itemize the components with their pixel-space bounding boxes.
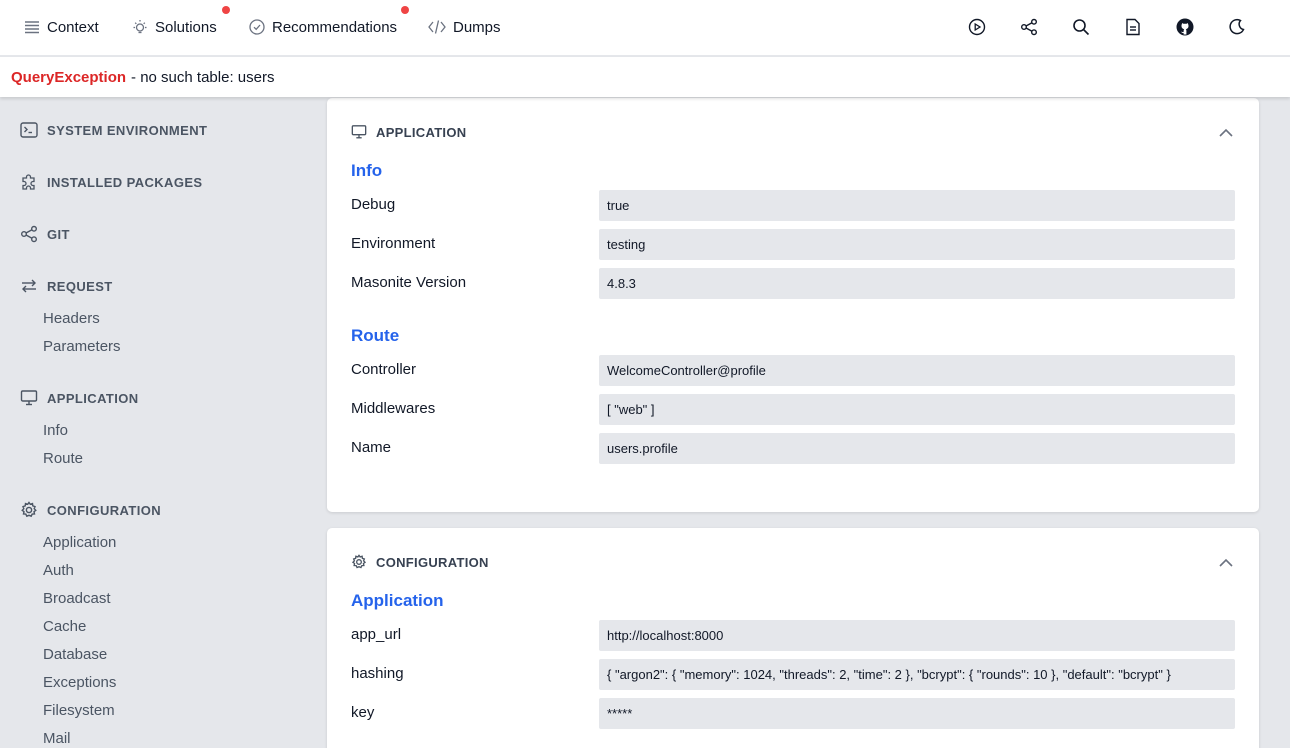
nav-recommendations[interactable]: Recommendations xyxy=(249,16,397,38)
sidebar-request-label: REQUEST xyxy=(47,278,113,294)
sidebar-item-route[interactable]: Route xyxy=(43,449,83,469)
sidebar-item-mail[interactable]: Mail xyxy=(43,729,71,748)
chevron-up-icon xyxy=(1219,558,1233,567)
row-value-name: users.profile xyxy=(599,433,1235,464)
application-card-title: APPLICATION xyxy=(376,124,467,140)
nav-solutions-label: Solutions xyxy=(155,18,217,36)
row-value-hashing: { "argon2": { "memory": 1024, "threads":… xyxy=(599,659,1235,690)
gear-icon xyxy=(351,554,367,569)
configuration-card: CONFIGURATION Application app_url http:/… xyxy=(327,528,1259,748)
chevron-up-icon xyxy=(1219,128,1233,137)
row-label-hashing: hashing xyxy=(351,665,404,682)
sidebar-item-application[interactable]: Application xyxy=(43,533,116,553)
row-label-name: Name xyxy=(351,439,392,456)
row-label-middlewares: Middlewares xyxy=(351,400,436,417)
sidebar-system-environment[interactable]: SYSTEM ENVIRONMENT xyxy=(20,120,207,140)
search-icon[interactable] xyxy=(1068,14,1094,40)
configuration-card-header: CONFIGURATION xyxy=(351,552,489,572)
row-label-app-url: app_url xyxy=(351,626,402,643)
gear-icon xyxy=(21,501,37,518)
row-label-key: key xyxy=(351,704,375,721)
sidebar-git[interactable]: GIT xyxy=(20,224,70,244)
play-icon[interactable] xyxy=(964,14,990,40)
top-navigation: Context Solutions Recommendations Dumps xyxy=(0,0,1290,56)
row-value-key: ***** xyxy=(599,698,1235,729)
sidebar-configuration[interactable]: CONFIGURATION xyxy=(20,500,161,520)
exception-bar: QueryException - no such table: users xyxy=(0,57,1290,97)
sidebar-installed-packages[interactable]: INSTALLED PACKAGES xyxy=(20,172,203,192)
route-group-title: Route xyxy=(351,326,400,345)
sidebar-item-headers[interactable]: Headers xyxy=(43,309,100,329)
application-group-title: Application xyxy=(351,591,444,610)
sidebar-item-database[interactable]: Database xyxy=(43,645,107,665)
sidebar-item-info[interactable]: Info xyxy=(43,421,68,441)
sidebar-application[interactable]: APPLICATION xyxy=(20,388,139,408)
terminal-icon xyxy=(20,122,38,138)
collapse-configuration-button[interactable] xyxy=(1217,553,1235,571)
row-value-environment: testing xyxy=(599,229,1235,260)
monitor-icon xyxy=(351,125,367,139)
nav-dumps-label: Dumps xyxy=(453,18,501,36)
solutions-notification-dot xyxy=(222,6,230,14)
row-label-environment: Environment xyxy=(351,235,436,252)
share-icon[interactable] xyxy=(1016,14,1042,40)
row-value-controller: WelcomeController@profile xyxy=(599,355,1235,386)
collapse-application-button[interactable] xyxy=(1217,123,1235,141)
recommendations-notification-dot xyxy=(401,6,409,14)
application-card: APPLICATION Info Debug true Environment … xyxy=(327,98,1259,512)
check-circle-icon xyxy=(249,19,265,35)
row-value-middlewares: [ "web" ] xyxy=(599,394,1235,425)
application-card-header: APPLICATION xyxy=(351,122,466,142)
sidebar-item-parameters[interactable]: Parameters xyxy=(43,337,121,357)
row-value-masonite-version: 4.8.3 xyxy=(599,268,1235,299)
moon-icon[interactable] xyxy=(1224,14,1250,40)
row-label-controller: Controller xyxy=(351,361,417,378)
exception-name[interactable]: QueryException xyxy=(11,69,126,86)
nav-context-label: Context xyxy=(47,18,99,36)
git-icon xyxy=(21,225,37,243)
sidebar-item-filesystem[interactable]: Filesystem xyxy=(43,701,115,721)
nav-recommendations-label: Recommendations xyxy=(272,18,398,36)
sidebar-system-environment-label: SYSTEM ENVIRONMENT xyxy=(47,122,208,138)
arrows-exchange-icon xyxy=(22,279,36,293)
row-label-masonite-version: Masonite Version xyxy=(351,274,467,291)
configuration-card-title: CONFIGURATION xyxy=(376,554,489,570)
sidebar-application-label: APPLICATION xyxy=(47,390,139,406)
github-icon[interactable] xyxy=(1172,14,1198,40)
sidebar-request[interactable]: REQUEST xyxy=(20,276,113,296)
monitor-icon xyxy=(20,390,38,406)
row-label-debug: Debug xyxy=(351,196,396,213)
sidebar-item-broadcast[interactable]: Broadcast xyxy=(43,589,111,609)
puzzle-icon xyxy=(22,174,35,190)
nav-dumps[interactable]: Dumps xyxy=(428,16,501,38)
lightbulb-icon xyxy=(133,20,147,34)
code-icon xyxy=(428,20,446,34)
sidebar-git-label: GIT xyxy=(47,226,70,242)
row-value-app-url: http://localhost:8000 xyxy=(599,620,1235,651)
sidebar-item-cache[interactable]: Cache xyxy=(43,617,86,637)
sidebar-installed-packages-label: INSTALLED PACKAGES xyxy=(47,174,203,190)
row-value-debug: true xyxy=(599,190,1235,221)
menu-icon xyxy=(25,21,39,34)
sidebar-configuration-label: CONFIGURATION xyxy=(47,502,162,518)
nav-context[interactable]: Context xyxy=(24,16,99,38)
sidebar-item-auth[interactable]: Auth xyxy=(43,561,74,581)
nav-solutions[interactable]: Solutions xyxy=(132,16,217,38)
document-icon[interactable] xyxy=(1120,14,1146,40)
exception-message: - no such table: users xyxy=(131,68,275,86)
info-group-title: Info xyxy=(351,161,383,180)
sidebar-item-exceptions[interactable]: Exceptions xyxy=(43,673,116,693)
